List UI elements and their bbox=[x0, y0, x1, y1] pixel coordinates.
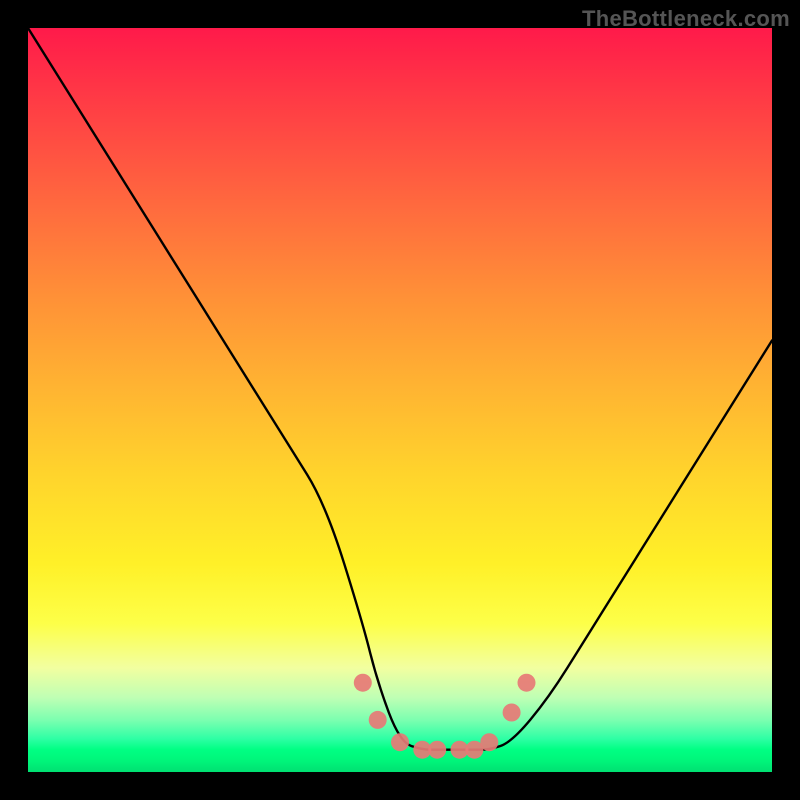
chart-plot-area bbox=[28, 28, 772, 772]
curve-marker bbox=[503, 704, 521, 722]
curve-line bbox=[28, 28, 772, 750]
curve-marker bbox=[428, 741, 446, 759]
curve-markers bbox=[354, 674, 536, 759]
curve-marker bbox=[518, 674, 536, 692]
curve-marker bbox=[391, 733, 409, 751]
chart-frame: TheBottleneck.com bbox=[0, 0, 800, 800]
chart-svg bbox=[28, 28, 772, 772]
curve-marker bbox=[480, 733, 498, 751]
watermark-label: TheBottleneck.com bbox=[582, 6, 790, 32]
curve-marker bbox=[369, 711, 387, 729]
curve-marker bbox=[354, 674, 372, 692]
